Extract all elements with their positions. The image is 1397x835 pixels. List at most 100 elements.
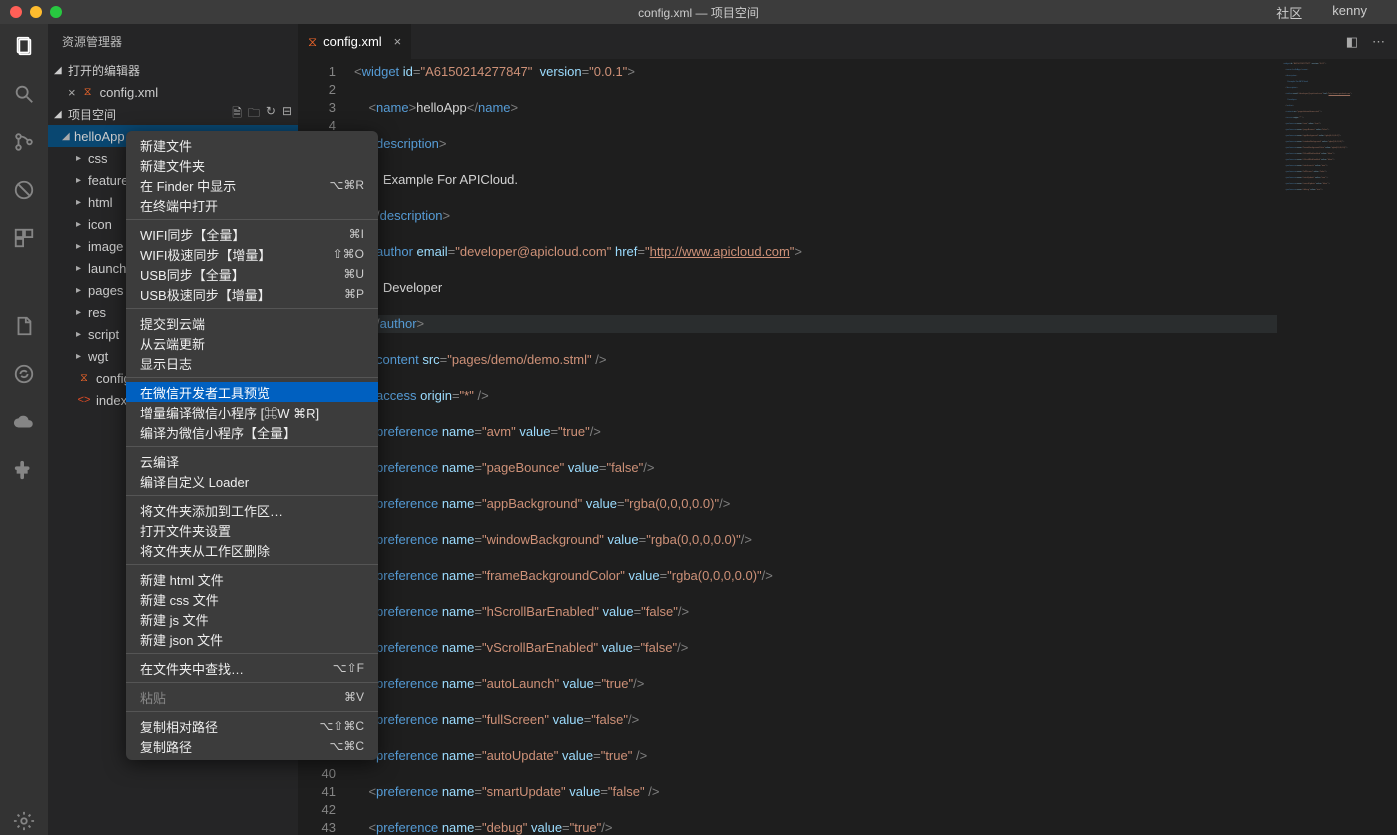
- minimap[interactable]: <widget id="A6150214277847" version="0.0…: [1277, 59, 1397, 835]
- ctx-在 Finder 中显示[interactable]: 在 Finder 中显示⌥⌘R: [126, 175, 378, 195]
- collapse-icon[interactable]: ⊟: [282, 104, 292, 125]
- debug-icon[interactable]: [10, 176, 38, 204]
- ctx-在终端中打开[interactable]: 在终端中打开: [126, 195, 378, 215]
- sync-icon[interactable]: [10, 360, 38, 388]
- ctx-item-label: 将文件夹添加到工作区…: [140, 501, 283, 520]
- separator: [126, 564, 378, 565]
- window-title: config.xml — 项目空间: [638, 4, 759, 21]
- ctx-item-label: 在 Finder 中显示: [140, 176, 236, 195]
- separator: [126, 446, 378, 447]
- folder-label: icon: [88, 217, 112, 232]
- ctx-USB极速同步【增量】[interactable]: USB极速同步【增量】⌘P: [126, 284, 378, 304]
- split-editor-icon[interactable]: ◧: [1346, 34, 1358, 50]
- ctx-item-label: 在终端中打开: [140, 196, 218, 215]
- ctx-item-label: 新建 css 文件: [140, 590, 219, 609]
- folder-label: image: [88, 239, 123, 254]
- titlebar: config.xml — 项目空间 社区 kenny: [0, 0, 1397, 24]
- code-content[interactable]: <widget id="A6150214277847" version="0.0…: [354, 59, 1277, 835]
- keyboard-shortcut: ⇧⌘O: [333, 247, 364, 261]
- more-icon[interactable]: ⋯: [1372, 34, 1385, 50]
- workspace-label: 项目空间: [68, 106, 116, 123]
- chevron-right-icon: ▸: [76, 197, 88, 208]
- explorer-icon[interactable]: [10, 32, 38, 60]
- ctx-云编译[interactable]: 云编译: [126, 451, 378, 471]
- ctx-将文件夹添加到工作区…[interactable]: 将文件夹添加到工作区…: [126, 500, 378, 520]
- ctx-打开文件夹设置[interactable]: 打开文件夹设置: [126, 520, 378, 540]
- settings-gear-icon[interactable]: [10, 807, 38, 835]
- extensions-icon[interactable]: [10, 224, 38, 252]
- search-icon[interactable]: [10, 80, 38, 108]
- ctx-编译为微信小程序【全量】[interactable]: 编译为微信小程序【全量】: [126, 422, 378, 442]
- minimize-window-icon[interactable]: [30, 6, 42, 18]
- chevron-right-icon: ▸: [76, 285, 88, 296]
- ctx-item-label: WIFI极速同步【增量】: [140, 245, 271, 264]
- maximize-window-icon[interactable]: [50, 6, 62, 18]
- ctx-item-label: 新建 html 文件: [140, 570, 224, 589]
- folder-label: launch: [88, 261, 126, 276]
- ctx-item-label: 复制路径: [140, 737, 192, 756]
- open-editors-section[interactable]: ◢打开的编辑器: [48, 59, 298, 81]
- user-name[interactable]: kenny: [1332, 3, 1367, 22]
- ctx-item-label: USB同步【全量】: [140, 265, 245, 284]
- cloud-icon[interactable]: [10, 408, 38, 436]
- separator: [126, 711, 378, 712]
- ctx-item-label: USB极速同步【增量】: [140, 285, 271, 304]
- file-icon[interactable]: [10, 312, 38, 340]
- open-editor-file[interactable]: ⧖ config.xml: [48, 81, 298, 103]
- ctx-USB同步【全量】[interactable]: USB同步【全量】 ⌘U: [126, 264, 378, 284]
- ctx-item-label: 在微信开发者工具预览: [140, 383, 270, 402]
- folder-label: feature: [88, 173, 128, 188]
- workspace-section[interactable]: ◢项目空间 🗎 🗀 ↻ ⊟: [48, 103, 298, 125]
- ctx-粘贴: 粘贴⌘V: [126, 687, 378, 707]
- ctx-将文件夹从工作区删除[interactable]: 将文件夹从工作区删除: [126, 540, 378, 560]
- tab-bar: ⧖ config.xml × ◧ ⋯: [298, 24, 1397, 59]
- ctx-item-label: 显示日志: [140, 354, 192, 373]
- chevron-right-icon: ▸: [76, 153, 88, 164]
- open-editors-label: 打开的编辑器: [68, 62, 140, 79]
- refresh-icon[interactable]: ↻: [266, 104, 276, 125]
- context-menu: 新建文件新建文件夹在 Finder 中显示⌥⌘R在终端中打开 WIFI同步【全量】…: [126, 131, 378, 760]
- close-window-icon[interactable]: [10, 6, 22, 18]
- tab-config-xml[interactable]: ⧖ config.xml ×: [298, 24, 412, 59]
- ctx-增量编译微信小程序 [⌘W ⌘R][interactable]: 增量编译微信小程序 [⌘W ⌘R]: [126, 402, 378, 422]
- tab-label: config.xml: [323, 34, 382, 49]
- folder-label: script: [88, 327, 119, 342]
- ctx-item-label: 编译为微信小程序【全量】: [140, 423, 296, 442]
- keyboard-shortcut: ⌘U: [343, 267, 364, 281]
- ctx-从云端更新[interactable]: 从云端更新: [126, 333, 378, 353]
- ctx-新建 json 文件[interactable]: 新建 json 文件: [126, 629, 378, 649]
- close-tab-icon[interactable]: ×: [394, 34, 402, 49]
- chevron-right-icon: ▸: [76, 175, 88, 186]
- ctx-item-label: 将文件夹从工作区删除: [140, 541, 270, 560]
- chevron-right-icon: ▸: [76, 307, 88, 318]
- ctx-新建文件夹[interactable]: 新建文件夹: [126, 155, 378, 175]
- ctx-WIFI同步【全量】[interactable]: WIFI同步【全量】⌘I: [126, 224, 378, 244]
- community-link[interactable]: 社区: [1276, 3, 1302, 22]
- ctx-新建 html 文件[interactable]: 新建 html 文件: [126, 569, 378, 589]
- ctx-item-label: 在文件夹中查找…: [140, 659, 244, 678]
- activity-bar: [0, 24, 48, 835]
- ctx-提交到云端[interactable]: 提交到云端: [126, 313, 378, 333]
- ctx-编译自定义 Loader[interactable]: 编译自定义 Loader: [126, 471, 378, 491]
- new-folder-icon[interactable]: 🗀: [248, 104, 260, 125]
- ctx-在文件夹中查找…[interactable]: 在文件夹中查找…⌥⇧F: [126, 658, 378, 678]
- ctx-复制相对路径[interactable]: 复制相对路径⌥⇧⌘C: [126, 716, 378, 736]
- ctx-在微信开发者工具预览[interactable]: 在微信开发者工具预览: [126, 382, 378, 402]
- code-editor[interactable]: 1234567891011121314151617181920212223242…: [298, 59, 1397, 835]
- ctx-item-label: 编译自定义 Loader: [140, 472, 249, 491]
- ctx-item-label: 新建文件: [140, 136, 192, 155]
- puzzle-icon[interactable]: [10, 456, 38, 484]
- ctx-WIFI极速同步【增量】[interactable]: WIFI极速同步【增量】 ⇧⌘O: [126, 244, 378, 264]
- new-file-icon[interactable]: 🗎: [232, 104, 242, 125]
- window-controls: [0, 6, 62, 18]
- source-control-icon[interactable]: [10, 128, 38, 156]
- ctx-显示日志[interactable]: 显示日志: [126, 353, 378, 373]
- ctx-item-label: 增量编译微信小程序 [⌘W ⌘R]: [140, 403, 319, 422]
- ctx-新建 js 文件[interactable]: 新建 js 文件: [126, 609, 378, 629]
- chevron-right-icon: ▸: [76, 351, 88, 362]
- keyboard-shortcut: ⌥⇧⌘C: [319, 719, 364, 733]
- folder-label: html: [88, 195, 113, 210]
- ctx-复制路径[interactable]: 复制路径⌥⌘C: [126, 736, 378, 756]
- ctx-新建 css 文件[interactable]: 新建 css 文件: [126, 589, 378, 609]
- ctx-新建文件[interactable]: 新建文件: [126, 135, 378, 155]
